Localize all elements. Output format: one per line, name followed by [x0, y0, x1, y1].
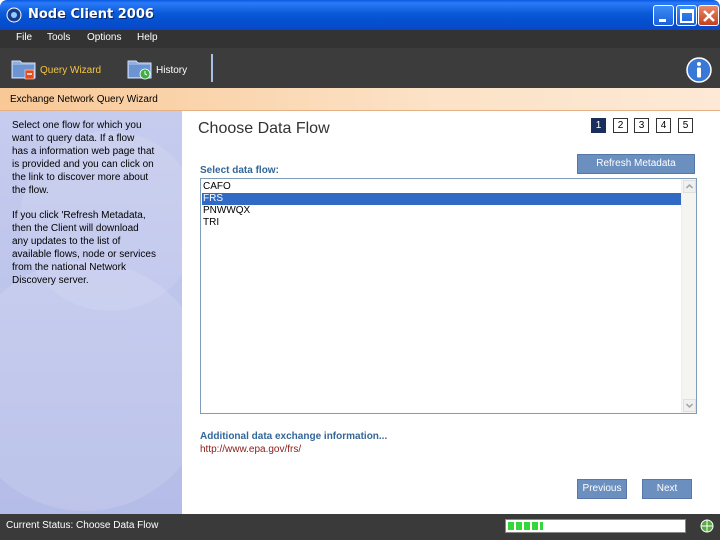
menu-options[interactable]: Options: [87, 32, 121, 43]
history-button[interactable]: History: [127, 56, 202, 82]
help-panel: Select one flow for which you want to qu…: [0, 111, 182, 514]
status-text: Current Status: Choose Data Flow: [6, 520, 159, 531]
query-wizard-label: Query Wizard: [40, 65, 102, 76]
flow-item-cafo[interactable]: CAFO: [202, 181, 681, 193]
history-label: History: [156, 65, 188, 76]
scroll-down-button[interactable]: [683, 399, 696, 412]
help-line: If you click 'Refresh Metadata,: [12, 210, 146, 221]
menu-bar: File Tools Options Help: [0, 30, 720, 48]
progress-fill: [508, 522, 543, 530]
help-watermark: [0, 261, 182, 511]
help-paragraph-1: Select one flow for which you want to qu…: [12, 119, 180, 197]
help-line: then the Client will download: [12, 223, 139, 234]
step-5: 5: [678, 118, 693, 133]
toolbar-divider: [211, 54, 213, 82]
window-title: Node Client 2006: [28, 7, 154, 22]
progress-bar: [505, 519, 686, 533]
status-bar: Current Status: Choose Data Flow: [0, 514, 720, 540]
maximize-icon: [680, 9, 694, 23]
help-line: has a information web page that: [12, 146, 155, 157]
title-bar: Node Client 2006: [0, 0, 720, 30]
menu-tools[interactable]: Tools: [47, 32, 70, 43]
app-icon: [6, 7, 22, 23]
additional-info-link[interactable]: http://www.epa.gov/frs/: [200, 444, 301, 455]
help-line: any updates to the list of: [12, 236, 121, 247]
next-button[interactable]: Next: [642, 479, 692, 499]
data-flow-listbox[interactable]: CAFO FRS PNWWQX TRI: [200, 178, 697, 414]
select-flow-label: Select data flow:: [200, 165, 279, 176]
step-1: 1: [591, 118, 606, 133]
network-status-icon: [700, 519, 714, 533]
close-icon: [703, 10, 715, 22]
help-line: is provided and you can click on: [12, 159, 154, 170]
menu-help[interactable]: Help: [137, 32, 158, 43]
step-4: 4: [656, 118, 671, 133]
help-line: Discovery server.: [12, 275, 89, 286]
refresh-metadata-button[interactable]: Refresh Metadata: [577, 154, 695, 174]
wizard-header: Exchange Network Query Wizard: [0, 88, 720, 111]
query-wizard-icon: [11, 60, 36, 80]
step-2: 2: [613, 118, 628, 133]
scroll-up-button[interactable]: [683, 180, 696, 193]
help-line: the flow.: [12, 185, 49, 196]
maximize-button[interactable]: [676, 5, 697, 26]
additional-info-label: Additional data exchange information...: [200, 431, 388, 442]
help-line: Select one flow for which you: [12, 120, 142, 131]
close-button[interactable]: [698, 5, 719, 26]
main-panel: Choose Data Flow 1 2 3 4 5 Refresh Metad…: [182, 111, 720, 514]
flow-item-frs[interactable]: FRS: [202, 193, 681, 205]
query-wizard-button[interactable]: Query Wizard: [11, 56, 106, 82]
help-paragraph-2: If you click 'Refresh Metadata, then the…: [12, 209, 180, 287]
chevron-down-icon: [685, 403, 694, 409]
flow-item-tri[interactable]: TRI: [202, 217, 681, 229]
flow-item-pnwwqx[interactable]: PNWWQX: [202, 205, 681, 217]
help-line: the link to discover more about: [12, 172, 149, 183]
help-line: want to query data. If a flow: [12, 133, 135, 144]
wizard-header-title: Exchange Network Query Wizard: [10, 94, 158, 105]
minimize-button[interactable]: [653, 5, 674, 26]
step-3: 3: [634, 118, 649, 133]
history-icon: [127, 60, 152, 80]
page-title: Choose Data Flow: [198, 120, 330, 137]
listbox-scrollbar[interactable]: [681, 179, 696, 413]
menu-file[interactable]: File: [16, 32, 32, 43]
toolbar: Query Wizard History: [0, 48, 720, 88]
info-icon[interactable]: [686, 57, 712, 83]
chevron-up-icon: [685, 183, 694, 189]
previous-button[interactable]: Previous: [577, 479, 627, 499]
help-line: available flows, node or services: [12, 249, 156, 260]
help-line: from the national Network: [12, 262, 126, 273]
minimize-icon: [659, 19, 666, 22]
